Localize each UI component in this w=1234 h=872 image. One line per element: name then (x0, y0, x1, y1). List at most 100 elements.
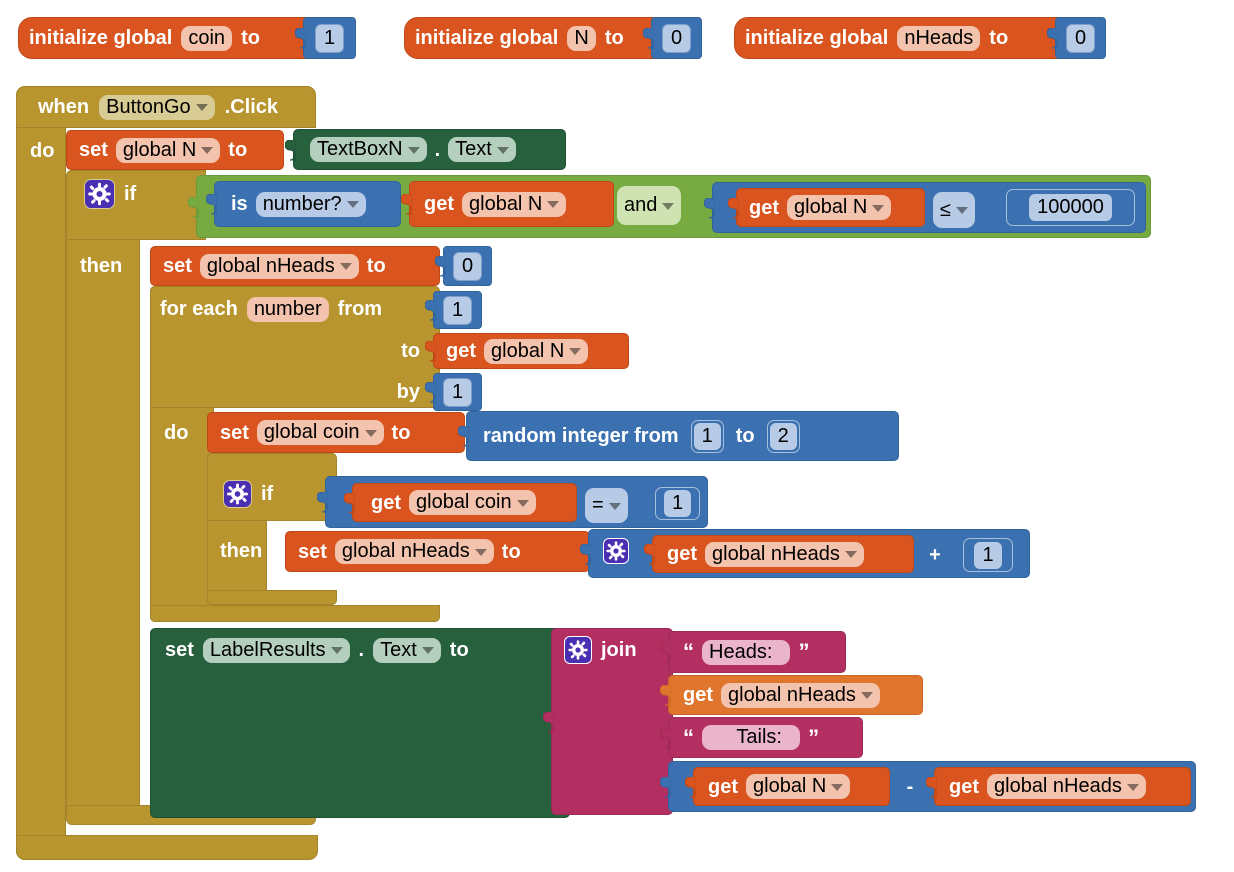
block-get-global-n-sub[interactable]: get global N (685, 767, 890, 806)
block-is-number[interactable]: is number? (206, 181, 401, 227)
to-label: to (366, 255, 386, 277)
to-label: to (391, 421, 411, 444)
blocks-canvas[interactable]: initialize global coin to 1 initialize g… (0, 0, 1234, 872)
block-when-buttongo-click[interactable] (16, 86, 66, 860)
random-from-wrap[interactable]: 1 (690, 419, 724, 453)
comparison-operator-dropdown[interactable]: ≤ (933, 192, 975, 228)
block-set-global-coin[interactable]: set global coin to (207, 412, 465, 453)
value-global-nheads[interactable]: 0 (1047, 17, 1106, 59)
block-get-global-nheads-join[interactable]: get global nHeads (660, 675, 923, 715)
text-field-tails[interactable]: Tails: (702, 725, 801, 750)
plug-notch (425, 300, 436, 321)
variable-dropdown-global-nheads[interactable]: global nHeads (721, 682, 880, 708)
global-name-field-nheads[interactable]: nHeads (897, 25, 981, 51)
loop-variable-field-number[interactable]: number (246, 296, 329, 322)
for-each-from-value[interactable]: 1 (425, 291, 482, 329)
block-set-global-nheads-increment[interactable]: set global nHeads to (285, 531, 590, 572)
number-field[interactable]: 1 (442, 295, 473, 325)
join-label: join (601, 639, 637, 661)
variable-dropdown-global-nheads[interactable]: global nHeads (987, 774, 1146, 799)
chevron-down-icon (364, 429, 377, 437)
component-dropdown-buttongo[interactable]: ButtonGo (99, 94, 215, 120)
plug-notch (685, 776, 696, 797)
number-field[interactable]: 0 (661, 23, 692, 53)
random-to-wrap[interactable]: 2 (766, 419, 800, 453)
block-set-labelresults-text[interactable]: set LabelResults . Text to (150, 628, 570, 818)
variable-dropdown-global-n[interactable]: global N (484, 338, 589, 364)
comparison-value-wrap[interactable]: 100000 (1006, 189, 1135, 226)
number-field[interactable]: 1 (314, 23, 345, 53)
inner-comparison-operator-wrap[interactable]: = (585, 488, 643, 523)
addition-mutator-wrap[interactable] (603, 538, 629, 564)
component-dropdown-labelresults[interactable]: LabelResults (202, 637, 350, 663)
variable-name: global nHeads (712, 542, 840, 565)
comparison-operator-dropdown[interactable]: = (585, 488, 628, 523)
number-field-to[interactable]: 2 (769, 422, 797, 450)
block-get-global-coin[interactable]: get global coin (344, 483, 577, 522)
block-get-global-n-loop-to[interactable]: get global N (425, 333, 629, 369)
variable-dropdown-global-n[interactable]: global N (115, 137, 221, 163)
plug-notch (660, 685, 671, 706)
logic-operator-dropdown-and[interactable]: and (617, 186, 682, 225)
variable-dropdown-global-nheads[interactable]: global nHeads (334, 539, 494, 564)
variable-dropdown-global-nheads[interactable]: global nHeads (705, 541, 864, 567)
for-each-by-value[interactable]: 1 (425, 373, 482, 411)
number-field-100000[interactable]: 100000 (1029, 194, 1112, 221)
get-label: get (949, 775, 979, 798)
block-get-global-n-1[interactable]: get global N (401, 181, 614, 227)
block-get-global-n-2[interactable]: get global N (728, 188, 925, 227)
from-label: from (337, 298, 383, 320)
component-dropdown-textboxn[interactable]: TextBoxN (310, 137, 427, 162)
number-field[interactable]: 0 (452, 251, 483, 281)
chevron-down-icon (474, 548, 487, 556)
gear-icon[interactable] (604, 539, 628, 563)
gear-icon[interactable] (224, 481, 251, 507)
block-get-global-nheads-operand[interactable]: get global nHeads (644, 535, 914, 573)
value-global-n[interactable]: 0 (643, 17, 702, 59)
for-each-to-label-wrap: to (370, 334, 420, 368)
text-field-heads[interactable]: Heads: (702, 639, 791, 665)
number-field[interactable]: 0 (1065, 23, 1096, 53)
inner-comparison-value-wrap[interactable]: 1 (655, 487, 700, 520)
variable-dropdown-global-nheads[interactable]: global nHeads (199, 253, 359, 279)
global-name-field-coin[interactable]: coin (181, 25, 233, 51)
inner-if-mutator-wrap[interactable] (223, 480, 252, 508)
and-operator-wrap[interactable]: and (617, 186, 693, 225)
variable-dropdown-global-coin[interactable]: global coin (256, 420, 384, 445)
block-initialize-global-nheads[interactable]: initialize global nHeads to (734, 17, 1079, 59)
get-label: get (708, 775, 738, 798)
number-field[interactable]: 1 (663, 490, 692, 517)
block-textboxn-text[interactable]: TextBoxN . Text (285, 129, 566, 170)
block-set-global-nheads-zero[interactable]: set global nHeads to (150, 246, 440, 286)
variable-dropdown-global-n[interactable]: global N (462, 191, 567, 217)
get-label: get (424, 193, 454, 215)
variable-dropdown-global-n[interactable]: global N (787, 195, 892, 220)
block-text-heads[interactable]: “ Heads: ” (660, 631, 846, 673)
number-field[interactable]: 1 (974, 541, 1002, 569)
value-nheads-zero[interactable]: 0 (435, 246, 492, 286)
variable-dropdown-global-coin[interactable]: global coin (409, 490, 536, 515)
global-name-field-n[interactable]: N (567, 25, 596, 51)
block-get-global-nheads-sub[interactable]: get global nHeads (926, 767, 1191, 806)
number-field[interactable]: 1 (442, 377, 473, 407)
property-dropdown-text[interactable]: Text (373, 637, 441, 663)
property-dropdown-text[interactable]: Text (448, 137, 516, 162)
subtraction-operator-wrap: - (898, 776, 922, 798)
chevron-down-icon (346, 201, 359, 208)
test-dropdown-number[interactable]: number? (255, 191, 366, 217)
outer-if-mutator-wrap[interactable] (84, 179, 115, 209)
variable-dropdown-global-n[interactable]: global N (746, 774, 851, 799)
number-field-from[interactable]: 1 (693, 422, 721, 450)
comparison-operator-wrap[interactable]: ≤ (933, 192, 993, 228)
plug-notch (285, 139, 296, 160)
join-mutator-wrap[interactable] (564, 636, 592, 664)
gear-icon[interactable] (85, 180, 114, 208)
gear-icon[interactable] (566, 638, 590, 662)
value-global-coin[interactable]: 1 (295, 17, 356, 59)
addition-operand-wrap[interactable]: 1 (963, 538, 1013, 572)
block-join[interactable]: join (543, 628, 673, 815)
block-text-tails[interactable]: “ Tails: ” (660, 717, 863, 758)
block-random-integer[interactable]: random integer from 1 to 2 (458, 411, 899, 461)
block-set-global-n[interactable]: set global N to (66, 130, 284, 170)
minus-operator: - (906, 776, 914, 798)
